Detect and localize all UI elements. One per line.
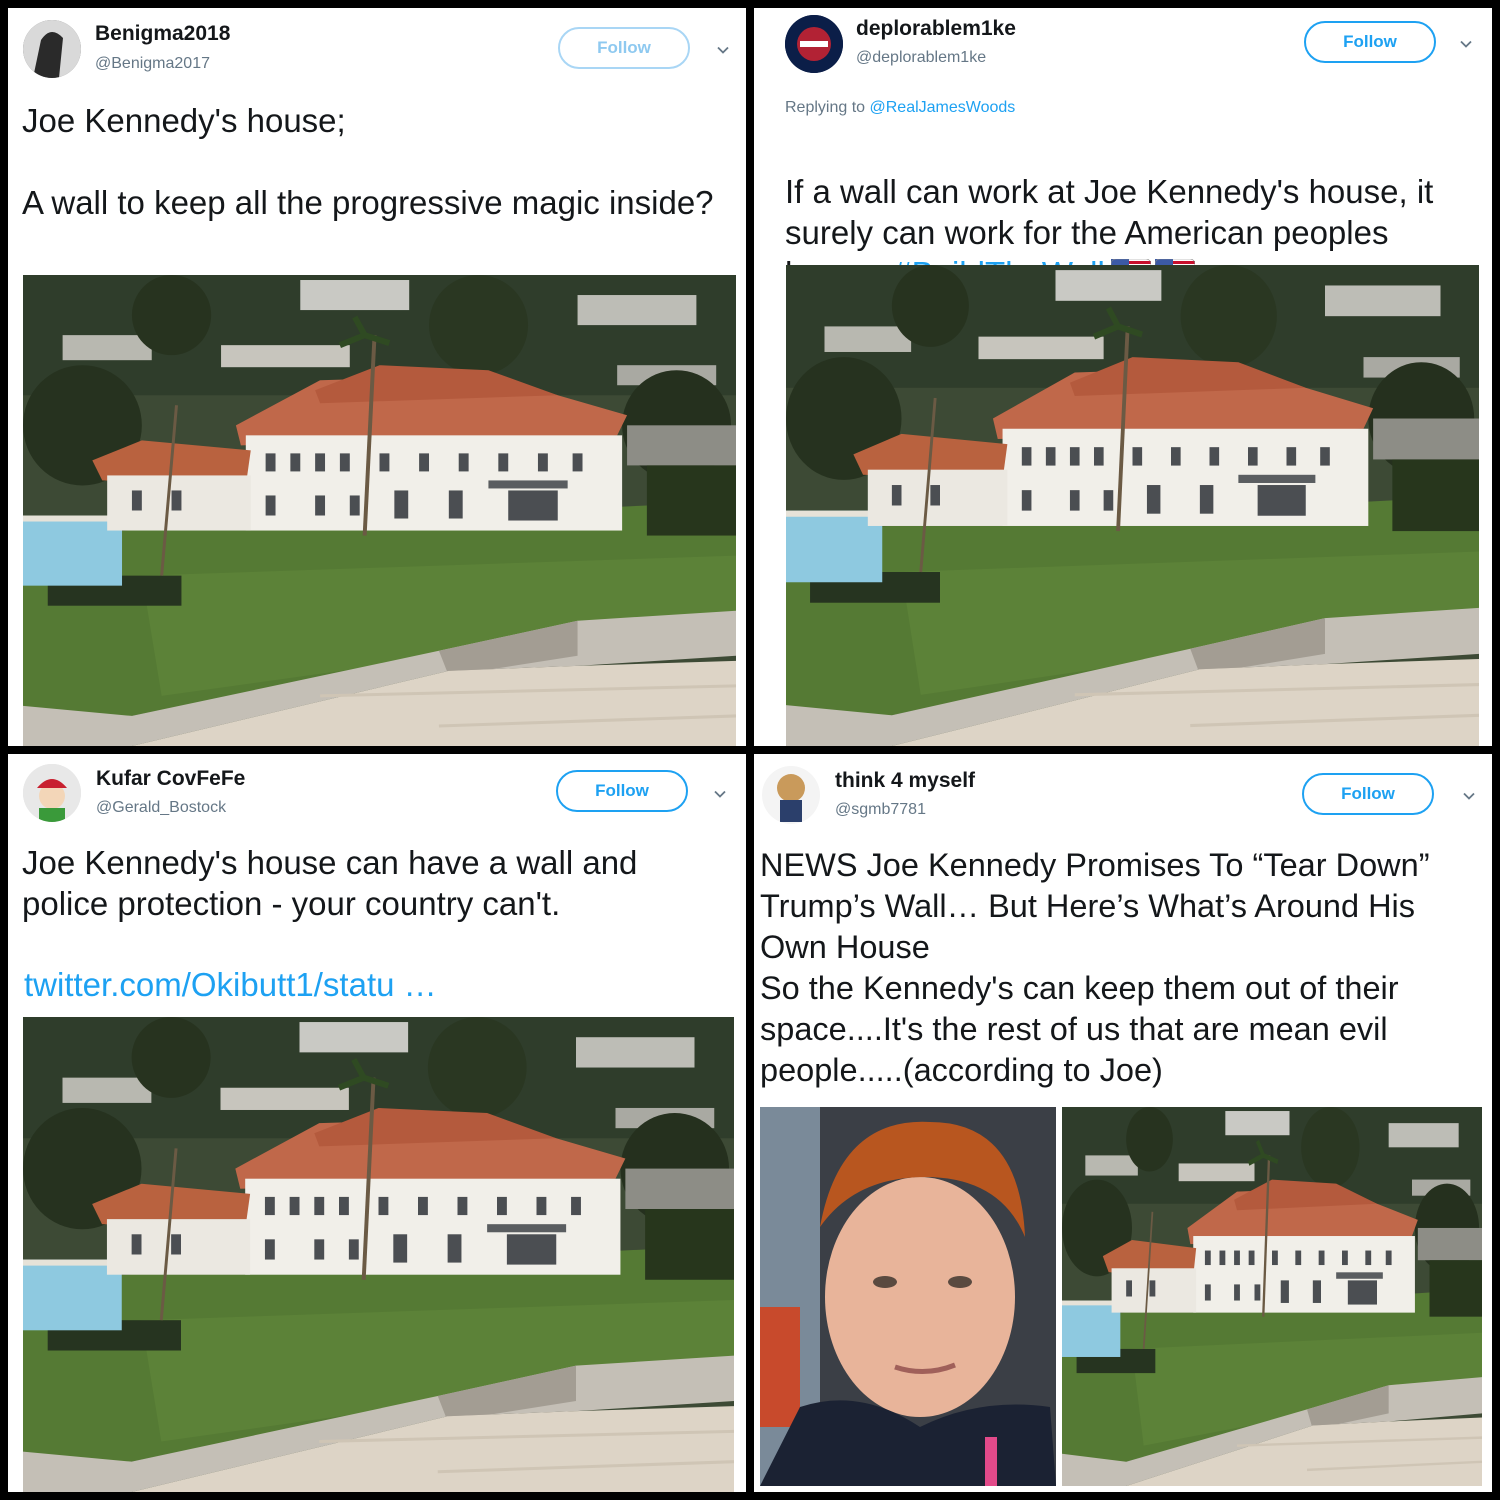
mansion-photo[interactable] bbox=[1062, 1107, 1482, 1486]
chevron-down-icon[interactable] bbox=[717, 44, 729, 56]
tweet-text: NEWS Joe Kennedy Promises To “Tear Down”… bbox=[760, 847, 1430, 1088]
user-handle[interactable]: @Benigma2017 bbox=[95, 55, 210, 73]
tweet-card-3: Kufar CovFeFe @Gerald_Bostock Follow Joe… bbox=[8, 754, 746, 1492]
mansion-photo[interactable] bbox=[23, 275, 736, 746]
portrait-photo[interactable] bbox=[760, 1107, 1056, 1486]
display-name[interactable]: Benigma2018 bbox=[95, 22, 230, 46]
user-handle[interactable]: @deplorablem1ke bbox=[856, 49, 986, 67]
user-handle[interactable]: @Gerald_Bostock bbox=[96, 799, 226, 817]
chevron-down-icon[interactable] bbox=[714, 788, 726, 800]
follow-button[interactable]: Follow bbox=[558, 27, 690, 69]
tweet-text: Joe Kennedy's house can have a wall and … bbox=[22, 844, 638, 922]
chevron-down-icon[interactable] bbox=[1463, 790, 1475, 802]
mansion-photo[interactable] bbox=[23, 1017, 734, 1492]
avatar[interactable] bbox=[785, 15, 843, 73]
display-name[interactable]: think 4 myself bbox=[835, 769, 975, 793]
chevron-down-icon[interactable] bbox=[1460, 38, 1472, 50]
avatar[interactable] bbox=[762, 766, 820, 824]
tweet-card-1: Benigma2018 @Benigma2017 Follow Joe Kenn… bbox=[8, 8, 746, 746]
follow-button[interactable]: Follow bbox=[1304, 21, 1436, 63]
tweet-link[interactable]: twitter.com/Okibutt1/statu … bbox=[24, 964, 724, 1005]
mansion-photo[interactable] bbox=[786, 265, 1479, 746]
reply-mention-link[interactable]: @RealJamesWoods bbox=[870, 99, 1016, 116]
replying-prefix: Replying to bbox=[785, 99, 870, 116]
follow-button[interactable]: Follow bbox=[1302, 773, 1434, 815]
user-handle[interactable]: @sgmb7781 bbox=[835, 801, 926, 819]
display-name[interactable]: deplorablem1ke bbox=[856, 17, 1016, 41]
tweet-text: Joe Kennedy's house; A wall to keep all … bbox=[22, 102, 714, 221]
tweet-card-2: deplorablem1ke @deplorablem1ke Follow Re… bbox=[754, 8, 1492, 746]
replying-to: Replying to @RealJamesWoods bbox=[785, 99, 1015, 117]
avatar[interactable] bbox=[23, 20, 81, 78]
follow-button[interactable]: Follow bbox=[556, 770, 688, 812]
display-name[interactable]: Kufar CovFeFe bbox=[96, 767, 245, 791]
avatar[interactable] bbox=[23, 764, 81, 822]
tweet-card-4: think 4 myself @sgmb7781 Follow NEWS Joe… bbox=[754, 754, 1492, 1492]
